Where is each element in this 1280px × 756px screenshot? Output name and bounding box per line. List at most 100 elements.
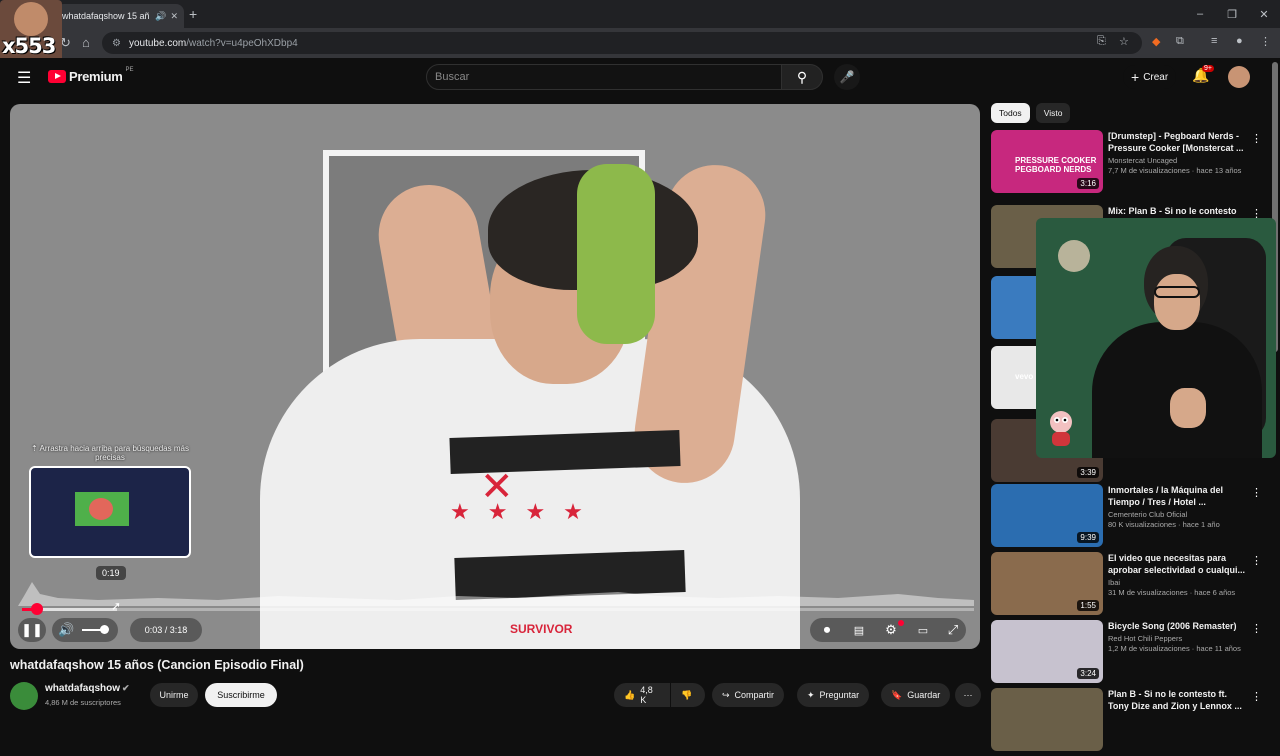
sparkle-icon: ✦: [807, 689, 815, 700]
chip-todos[interactable]: Todos: [991, 103, 1030, 123]
browser-menu-icon[interactable]: ⋮: [1260, 35, 1271, 48]
chip-visto[interactable]: Visto: [1035, 103, 1071, 123]
recommendation-title[interactable]: Inmortales / la Máquina del Tiempo / Tre…: [1108, 484, 1248, 508]
like-button[interactable]: 👍 4,8 K: [614, 683, 670, 707]
more-vertical-icon[interactable]: ⋮: [1251, 132, 1262, 145]
recommendation-thumbnail[interactable]: 3:24: [991, 620, 1103, 683]
close-tab-icon[interactable]: ✕: [170, 11, 178, 22]
media-control-icon[interactable]: ≡: [1211, 35, 1217, 47]
browser-addressbar: ↻ ⌂ ⚙ youtube.com/watch?v=u4peOhXDbp4 ⎘ …: [0, 28, 1280, 58]
shirt-logo-icon: ✕: [480, 465, 514, 509]
more-vertical-icon[interactable]: ⋮: [1251, 690, 1262, 703]
notifications-badge: 9+: [1202, 65, 1214, 72]
volume-knob[interactable]: [100, 625, 109, 634]
youtube-play-logo-icon: [48, 70, 66, 83]
subtitles-icon[interactable]: ▤: [846, 618, 872, 642]
maximize-icon[interactable]: ❐: [1216, 0, 1248, 28]
url-bar[interactable]: ⚙ youtube.com/watch?v=u4peOhXDbp4: [102, 32, 1142, 54]
recommendation-title[interactable]: El video que necesitas para aprobar sele…: [1108, 552, 1248, 576]
player-controls: ❚❚ 🔊 0:03 / 3:18 ⏺ ▤ ⚙ ▭ ⤢: [10, 614, 980, 646]
recommendation-meta: 1,2 M de visualizaciones · hace 11 años: [1108, 644, 1241, 653]
channel-avatar[interactable]: [10, 682, 38, 710]
browser-tabbar: whatdafaqshow 15 añ 🔊 ✕ + – ❐ ✕: [0, 0, 1280, 28]
streamer-face-image: [14, 2, 48, 36]
shirt-stars-icon: ★★★★: [450, 499, 601, 524]
recommendation-title[interactable]: [Drumstep] - Pegboard Nerds - Pressure C…: [1108, 130, 1248, 154]
account-avatar[interactable]: [1228, 66, 1250, 88]
recommendation-item[interactable]: Plan B - Si no le contesto ft. Tony Dize…: [991, 688, 1273, 756]
site-info-icon[interactable]: ⚙: [112, 38, 121, 49]
progress-bar[interactable]: [22, 603, 974, 615]
more-vertical-icon[interactable]: ⋮: [1251, 554, 1262, 567]
ask-label: Preguntar: [819, 690, 860, 700]
fullscreen-icon[interactable]: ⤢: [940, 618, 966, 642]
recommendation-channel[interactable]: Monstercat Uncaged: [1108, 156, 1248, 165]
thumbs-up-icon: 👍: [624, 689, 636, 700]
recommendation-item[interactable]: 3:24 Bicycle Song (2006 Remaster) Red Hot …: [991, 620, 1273, 688]
recommendation-item[interactable]: PRESSURE COOKER PEGBOARD NERDS 3:16 [Drums…: [991, 130, 1273, 198]
subscriber-count: 4,86 M de suscriptores: [45, 698, 121, 707]
profile-icon[interactable]: ●: [1236, 35, 1243, 47]
home-icon[interactable]: ⌂: [82, 35, 90, 50]
recommendation-channel[interactable]: Cementerio Club Oficial: [1108, 510, 1248, 519]
recommendation-thumbnail[interactable]: PRESSURE COOKER PEGBOARD NERDS 3:16: [991, 130, 1103, 193]
new-tab-icon[interactable]: +: [189, 6, 197, 22]
join-button[interactable]: Unirme: [150, 683, 198, 707]
recommendation-title[interactable]: Plan B - Si no le contesto ft. Tony Dize…: [1108, 688, 1248, 712]
channel-name[interactable]: whatdafaqshow ✔: [45, 683, 130, 694]
close-window-icon[interactable]: ✕: [1248, 0, 1280, 28]
most-replayed-heatmap: [18, 582, 974, 606]
channel-name-text: whatdafaqshow: [45, 683, 121, 694]
more-vertical-icon[interactable]: ⋮: [1251, 486, 1262, 499]
pause-button[interactable]: ❚❚: [18, 618, 46, 642]
thumbnail-text: PRESSURE COOKER PEGBOARD NERDS: [1015, 156, 1097, 174]
dislike-button[interactable]: 👎: [671, 683, 705, 707]
recommendation-item[interactable]: 9:39 Inmortales / la Máquina del Tiempo /…: [991, 484, 1273, 552]
recommendation-title[interactable]: Mix: Plan B - Si no le contesto: [1108, 205, 1248, 217]
drag-hint: ⇡ Arrastra hacia arriba para búsquedas m…: [31, 444, 189, 462]
time-display: 0:03 / 3:18: [130, 618, 202, 642]
recommendation-thumbnail[interactable]: 1:55: [991, 552, 1103, 615]
seek-preview-thumbnail: [29, 466, 191, 558]
autoplay-toggle-icon[interactable]: ⏺: [814, 618, 840, 642]
recommendation-title[interactable]: Bicycle Song (2006 Remaster): [1108, 620, 1248, 632]
search-input[interactable]: Buscar: [426, 64, 782, 90]
recommendation-thumbnail[interactable]: 9:39: [991, 484, 1103, 547]
extension-icon[interactable]: ◆: [1152, 35, 1160, 48]
subscribe-button[interactable]: Suscribirme: [205, 683, 277, 707]
mouse-cursor-icon: ➚: [111, 599, 122, 613]
recommendation-item[interactable]: 1:55 El video que necesitas para aprobar …: [991, 552, 1273, 620]
extensions-puzzle-icon[interactable]: ⧉: [1176, 35, 1184, 48]
save-button[interactable]: 🔖 Guardar: [881, 683, 951, 707]
video-player[interactable]: ★★★★ ✕ SURVIVOR ⇡ Arrastra hacia arriba …: [10, 104, 980, 649]
youtube-logo[interactable]: Premium PE: [48, 67, 134, 84]
install-app-icon[interactable]: ⎘: [1097, 35, 1106, 48]
url-host: youtube.com: [128, 37, 187, 49]
like-count: 4,8 K: [640, 685, 653, 705]
browser-tab[interactable]: whatdafaqshow 15 añ 🔊 ✕: [56, 4, 184, 28]
recommendation-channel[interactable]: Ibai: [1108, 578, 1248, 587]
audio-icon[interactable]: 🔊: [155, 11, 166, 22]
search-button[interactable]: ⚲: [781, 64, 823, 90]
video-title: whatdafaqshow 15 años (Cancion Episodio …: [10, 658, 304, 672]
recommendation-channel[interactable]: Red Hot Chili Peppers: [1108, 634, 1248, 643]
verified-icon: ✔: [122, 683, 130, 693]
more-actions-button[interactable]: ⋯: [955, 683, 981, 707]
streamer-badge: x553: [0, 0, 62, 62]
logo-text: Premium: [69, 69, 123, 84]
voice-search-button[interactable]: 🎤: [834, 64, 860, 90]
ask-button[interactable]: ✦ Preguntar: [797, 683, 870, 707]
recommendation-info: Inmortales / la Máquina del Tiempo / Tre…: [1108, 484, 1248, 529]
theater-mode-icon[interactable]: ▭: [910, 618, 936, 642]
recommendation-info: Bicycle Song (2006 Remaster) Red Hot Chil…: [1108, 620, 1248, 653]
volume-icon: 🔊: [58, 622, 75, 637]
hamburger-menu-icon[interactable]: ☰: [17, 68, 31, 88]
more-vertical-icon[interactable]: ⋮: [1251, 622, 1262, 635]
webcam-face: [1154, 274, 1200, 330]
create-button[interactable]: + Crear: [1123, 65, 1177, 89]
bookmark-star-icon[interactable]: ☆: [1119, 35, 1129, 48]
minimize-icon[interactable]: –: [1184, 0, 1216, 28]
bookmark-icon: 🔖: [891, 689, 903, 700]
streamer-badge-text: x553: [2, 34, 56, 58]
share-button[interactable]: ↪ Compartir: [712, 683, 785, 707]
